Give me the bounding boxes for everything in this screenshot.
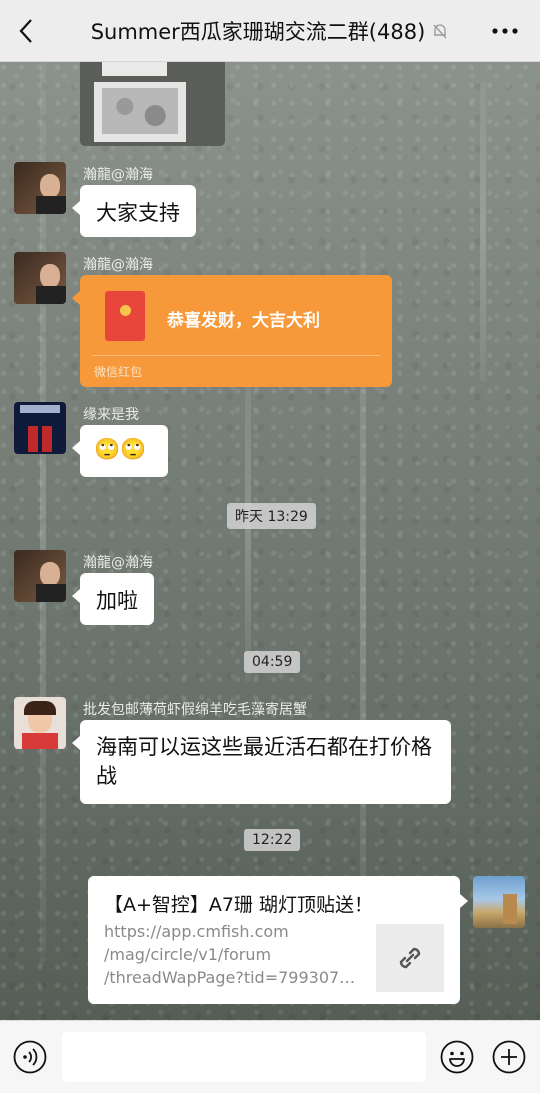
link-url: https://app.cmfish.com /mag/circle/v1/fo… — [104, 920, 364, 989]
link-card-message[interactable]: 【A+智控】A7珊 瑚灯顶贴送！ https://app.cmfish.com … — [88, 876, 468, 1004]
more-dots-icon — [492, 28, 518, 34]
sender-name: 批发包邮薄荷虾假绵羊吃毛藻寄居蟹 — [83, 702, 307, 718]
message-bubble[interactable]: 加啦 — [72, 573, 154, 625]
message-text: 加啦 — [96, 589, 138, 613]
chat-header: Summer西瓜家珊瑚交流二群(488) — [0, 0, 540, 62]
link-url-line: /threadWapPage?tid=799307… — [104, 968, 356, 987]
sender-name: 缘来是我 — [83, 407, 139, 423]
red-packet-icon — [105, 291, 145, 341]
avatar[interactable] — [14, 550, 66, 602]
bell-off-icon — [433, 24, 447, 39]
red-packet-title: 恭喜发财，大吉大利 — [167, 311, 320, 331]
message-text: 🙄🙄 — [94, 437, 147, 461]
timestamp: 12:22 — [244, 829, 301, 851]
emoji-icon — [440, 1040, 474, 1074]
my-avatar[interactable] — [473, 876, 525, 928]
sender-name: 瀚龍@瀚海 — [83, 555, 153, 571]
message-input[interactable] — [62, 1032, 426, 1082]
avatar[interactable] — [14, 252, 66, 304]
sender-name: 瀚龍@瀚海 — [83, 167, 153, 183]
message-bubble[interactable]: 大家支持 — [72, 185, 196, 237]
message-text: 海南可以运这些最近活石都在打价格 — [96, 735, 432, 759]
more-button[interactable] — [490, 18, 520, 44]
link-icon — [399, 947, 421, 969]
plus-icon — [492, 1040, 526, 1074]
sender-name: 瀚龍@瀚海 — [83, 257, 153, 273]
message-bubble[interactable]: 海南可以运这些最近活石都在打价格 战 — [72, 720, 451, 804]
divider — [92, 355, 380, 356]
input-bar — [0, 1020, 540, 1093]
red-packet-message[interactable]: 恭喜发财，大吉大利 微信红包 — [72, 275, 392, 387]
link-url-line: https://app.cmfish.com — [104, 922, 289, 941]
message-text: 大家支持 — [96, 201, 180, 225]
avatar[interactable] — [14, 162, 66, 214]
link-url-line: /mag/circle/v1/forum — [104, 945, 272, 964]
chat-title: Summer西瓜家珊瑚交流二群(488) — [90, 20, 426, 44]
message-bubble[interactable]: 🙄🙄 — [72, 425, 168, 477]
timestamp: 昨天 13:29 — [227, 503, 316, 529]
timestamp: 04:59 — [244, 651, 301, 673]
link-thumbnail — [376, 924, 444, 992]
avatar[interactable] — [14, 697, 66, 749]
avatar[interactable] — [14, 402, 66, 454]
chat-title-wrap: Summer西瓜家珊瑚交流二群(488) — [0, 0, 540, 62]
plus-button[interactable] — [492, 1040, 526, 1074]
image-message[interactable] — [80, 62, 225, 146]
voice-icon — [13, 1040, 47, 1074]
message-text: 战 — [96, 764, 117, 788]
link-title: 【A+智控】A7珊 瑚灯顶贴送！ — [104, 894, 374, 916]
red-packet-label: 微信红包 — [94, 365, 143, 379]
emoji-button[interactable] — [440, 1040, 474, 1074]
voice-button[interactable] — [13, 1040, 47, 1074]
